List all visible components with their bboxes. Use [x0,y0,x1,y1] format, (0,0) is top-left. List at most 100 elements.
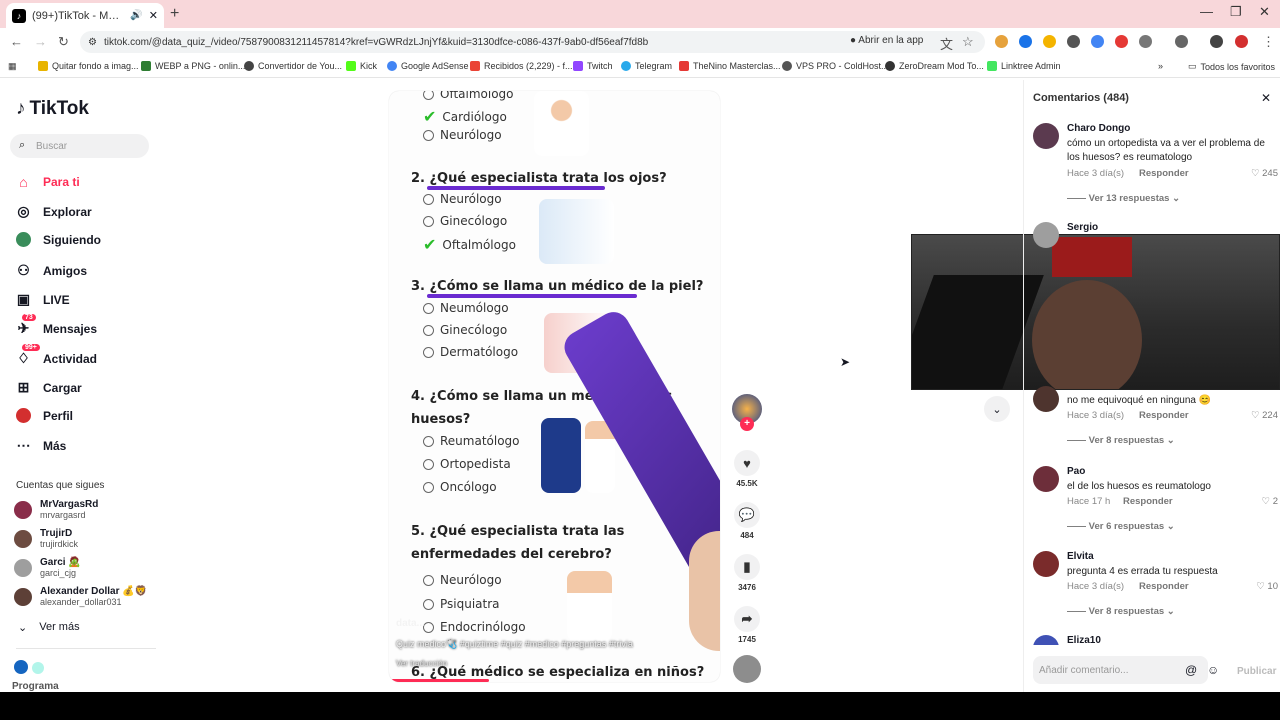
bookmark-item[interactable]: TheNino Masterclas... [679,61,781,71]
bookmark-item[interactable]: VPS PRO - ColdHost... [782,61,889,71]
nav-mas[interactable]: ⋯ Más [16,437,67,454]
comment-like-button[interactable]: ♡ 2 [1262,496,1278,507]
nav-mensajes[interactable]: ✈ 73 Mensajes [16,314,97,337]
view-replies-button[interactable]: —— Ver 6 respuestas ⌄ [1067,521,1175,532]
comment-user[interactable]: Sergio [1067,222,1098,233]
all-bookmarks-folder[interactable]: ▭ Todos los favoritos [1188,61,1275,72]
program-label[interactable]: Programa [12,681,59,692]
media-icon[interactable] [1210,35,1223,48]
followed-account[interactable]: TrujirD trujirdkick [14,528,78,550]
emoji-icon[interactable]: ☺ [1207,663,1219,677]
reply-button[interactable]: Responder [1123,496,1173,507]
open-in-app-button[interactable]: ● Abrir en la app [850,35,923,46]
search-input[interactable]: ⌕ Buscar [10,134,149,158]
side-panel-icon[interactable] [1175,35,1188,48]
comment-like-button[interactable]: ♡ 10 [1256,581,1278,592]
nav-explorar[interactable]: ◎ Explorar [16,203,91,220]
window-close-icon[interactable]: ✕ [1259,4,1270,20]
menu-kebab-icon[interactable]: ⋮ [1262,34,1275,50]
forward-icon[interactable]: → [34,34,47,49]
tiktok-logo[interactable]: ♪ TikTok [16,98,89,120]
bookmark-item[interactable]: Google AdSense [387,61,469,71]
extension-icon[interactable] [1115,35,1128,48]
nav-para-ti[interactable]: ⌂ Para ti [16,174,79,190]
bookmark-item[interactable]: Convertidor de You... [244,61,342,71]
extension-icon[interactable] [995,35,1008,48]
comment-user[interactable]: Pao [1067,466,1085,477]
save-button[interactable]: ▮ 3476 [732,554,762,592]
like-button[interactable]: ♥ 45.5K [732,450,762,488]
view-replies-button[interactable]: —— Ver 8 respuestas ⌄ [1067,435,1175,446]
site-info-icon[interactable]: ⚙ [88,37,97,48]
extension-icon[interactable] [1019,35,1032,48]
nav-actividad[interactable]: ♢ 99+ Actividad [16,344,97,367]
sound-disc-button[interactable] [732,655,762,683]
extension-icon[interactable] [1091,35,1104,48]
mention-icon[interactable]: @ [1185,663,1197,677]
extensions-puzzle-icon[interactable] [1139,35,1152,48]
add-comment-input[interactable]: Añadir comentario... [1033,656,1208,684]
post-comment-button[interactable]: Publicar [1237,666,1276,677]
share-button[interactable]: ➦ 1745 [732,606,762,644]
comment-user[interactable]: Charo Dongo [1067,123,1130,134]
see-more-button[interactable]: ⌄ Ver más [18,621,80,634]
bookmark-item[interactable]: Linktree Admin [987,61,1061,71]
video-player[interactable]: Oftalmólogo ✔ Cardiólogo Neurólogo 2. ¿Qu… [389,91,720,682]
view-replies-button[interactable]: —— Ver 13 respuestas ⌄ [1067,193,1180,204]
comment-button[interactable]: 💬 484 [732,502,762,540]
followed-account[interactable]: Garci 🧟 garci_cjg [14,557,81,579]
see-translation-link[interactable]: Ver traducción [396,659,447,668]
bookmark-item[interactable]: Kick [346,61,377,71]
reply-button[interactable]: Responder [1139,581,1189,592]
bookmark-star-icon[interactable]: ☆ [962,34,974,50]
skeleton-chart-illustration [541,418,581,493]
ophthalmologist-illustration [539,199,614,264]
quiz-question: 6. ¿Qué médico se especializa en niños? [411,665,705,680]
profile-avatar-icon [16,408,31,423]
view-replies-button[interactable]: —— Ver 8 respuestas ⌄ [1067,606,1175,617]
profile-avatar-icon[interactable] [1235,35,1248,48]
new-tab-button[interactable]: + [170,5,179,23]
followed-account[interactable]: MrVargasRd mrvargasrd [14,499,98,521]
creator-avatar-button[interactable]: + [732,394,762,431]
bookmark-item[interactable]: Quitar fondo a imag... [38,61,139,71]
bookmark-item[interactable]: Recibidos (2,229) - f... [470,61,573,71]
comment-like-button[interactable]: ♡ 224 [1251,410,1278,421]
browser-tab[interactable]: ♪ (99+)TikTok - Make Your Da 🔊 ✕ [6,3,164,28]
tab-close-icon[interactable]: ✕ [149,9,158,22]
extension-icon[interactable] [1043,35,1056,48]
reply-button[interactable]: Responder [1139,410,1189,421]
close-comments-icon[interactable]: ✕ [1261,91,1271,105]
nav-perfil[interactable]: Perfil [16,408,73,423]
nav-amigos[interactable]: ⚇ Amigos [16,262,87,279]
following-avatar-icon [16,232,31,247]
reload-icon[interactable]: ↻ [58,34,69,50]
comment-like-button[interactable]: ♡ 245 [1251,168,1278,179]
bookmark-item[interactable]: Telegram [621,61,672,71]
nav-siguiendo[interactable]: Siguiendo [16,232,101,247]
bookmark-item[interactable]: Twitch [573,61,613,71]
tiktok-promo-icon[interactable] [14,660,50,674]
restore-icon[interactable]: ❐ [1230,4,1242,20]
nav-cargar[interactable]: ⊞ Cargar [16,379,82,396]
translate-icon[interactable]: 文 [940,34,953,53]
bookmark-item[interactable]: WEBP a PNG - onlin... [141,61,245,71]
bookmark-item[interactable]: ZeroDream Mod To... [885,61,984,71]
apps-grid-icon[interactable]: ▦ [8,61,17,72]
bookmarks-overflow-icon[interactable]: » [1158,61,1163,71]
reply-button[interactable]: Responder [1139,168,1189,179]
next-video-button[interactable]: ⌄ [984,396,1010,422]
video-progress-bar[interactable] [389,679,489,682]
more-dots-icon: ⋯ [16,437,31,453]
comment-user[interactable]: Elvita [1067,551,1094,562]
comment-user[interactable]: Eliza10 [1067,635,1101,645]
nav-live[interactable]: ▣ LIVE [16,291,70,308]
followed-account[interactable]: Alexander Dollar 💰🦁 alexander_dollar031 [14,586,147,608]
audio-icon[interactable]: 🔊 [130,10,142,21]
video-caption[interactable]: Quiz medico🩺 #quiztime #quiz #medico #pr… [396,639,633,650]
extension-icon[interactable] [1067,35,1080,48]
divider [16,648,156,649]
avatar [1033,635,1059,645]
minimize-icon[interactable]: — [1200,4,1213,19]
back-icon[interactable]: ← [10,34,23,49]
